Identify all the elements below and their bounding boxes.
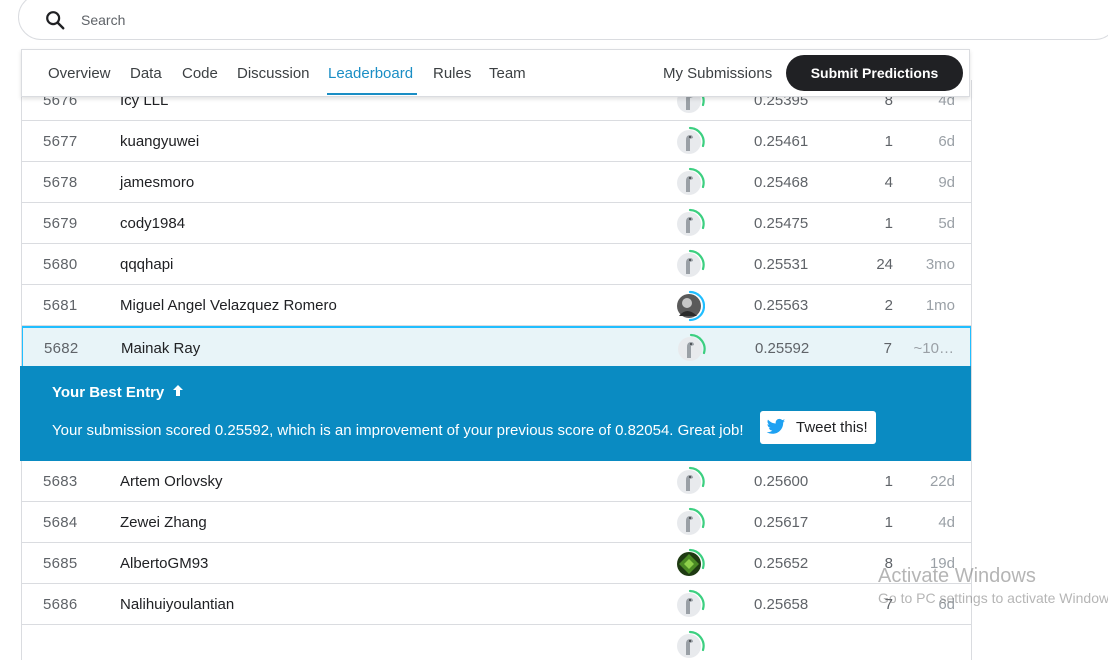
last-submission-cell: 1mo	[925, 297, 955, 314]
score-cell: 0.25600	[754, 473, 809, 490]
rank-cell: 5679	[43, 215, 78, 232]
avatar[interactable]	[673, 208, 705, 240]
tweet-button[interactable]: Tweet this!	[760, 411, 876, 444]
entries-cell: 1	[884, 514, 893, 531]
search-bar[interactable]	[18, 0, 1108, 40]
submit-predictions-button[interactable]: Submit Predictions	[786, 55, 963, 91]
last-submission-cell: 5d	[938, 215, 955, 232]
last-submission-cell: 3mo	[925, 256, 955, 273]
team-name[interactable]: cody1984	[120, 215, 185, 232]
rank-cell: 5678	[43, 174, 78, 191]
table-row-current-user[interactable]: 5682 Mainak Ray 0.25592 7 ~10…	[22, 326, 971, 369]
rank-cell: 5680	[43, 256, 78, 273]
team-name[interactable]: qqqhapi	[120, 256, 173, 273]
rank-cell: 5681	[43, 297, 78, 314]
score-cell: 0.25468	[754, 174, 809, 191]
rank-cell: 5685	[43, 555, 78, 572]
table-row-partial	[22, 625, 971, 660]
table-row[interactable]: 5678 jamesmoro 0.25468 4 9d	[22, 162, 971, 203]
rank-cell: 5682	[44, 340, 79, 357]
avatar[interactable]	[674, 333, 706, 365]
best-entry-message: Your submission scored 0.25592, which is…	[52, 422, 744, 439]
arrow-up-icon	[173, 385, 184, 396]
score-cell: 0.25475	[754, 215, 809, 232]
entries-cell: 24	[876, 256, 893, 273]
twitter-icon	[766, 418, 786, 434]
tab-code[interactable]: Code	[182, 65, 218, 82]
rank-cell: 5686	[43, 596, 78, 613]
table-row[interactable]: 5683 Artem Orlovsky 0.25600 1 22d	[22, 461, 971, 502]
last-submission-cell: 22d	[929, 473, 955, 490]
table-row[interactable]: 5679 cody1984 0.25475 1 5d	[22, 203, 971, 244]
team-name[interactable]: Nalihuiyoulantian	[120, 596, 234, 613]
table-row[interactable]: 5686 Nalihuiyoulantian 0.25658 7 6d	[22, 584, 971, 625]
table-row[interactable]: 5684 Zewei Zhang 0.25617 1 4d	[22, 502, 971, 543]
last-submission-cell: 4d	[938, 514, 955, 531]
table-row[interactable]: 5680 qqqhapi 0.25531 24 3mo	[22, 244, 971, 285]
tab-leaderboard[interactable]: Leaderboard	[328, 65, 413, 82]
tweet-button-label: Tweet this!	[796, 419, 868, 436]
score-cell: 0.25531	[754, 256, 809, 273]
entries-cell: 1	[884, 473, 893, 490]
table-row[interactable]: 5685 AlbertoGM93 0.25652 8 19d	[22, 543, 971, 584]
avatar[interactable]	[673, 249, 705, 281]
team-name[interactable]: kuangyuwei	[120, 133, 199, 150]
tab-data[interactable]: Data	[130, 65, 162, 82]
last-submission-cell: 9d	[938, 174, 955, 191]
team-name[interactable]: jamesmoro	[120, 174, 194, 191]
last-submission-cell: 6d	[938, 133, 955, 150]
avatar[interactable]	[673, 167, 705, 199]
avatar[interactable]	[673, 507, 705, 539]
avatar[interactable]	[673, 589, 705, 621]
avatar[interactable]	[673, 290, 706, 322]
tab-discussion[interactable]: Discussion	[237, 65, 310, 82]
entries-cell: 4	[884, 174, 893, 191]
best-entry-title-text: Your Best Entry	[52, 384, 165, 401]
table-row[interactable]: 5677 kuangyuwei 0.25461 1 6d	[22, 121, 971, 162]
activate-windows-watermark: Activate Windows	[878, 565, 1036, 587]
tab-rules[interactable]: Rules	[433, 65, 471, 82]
entries-cell: 1	[884, 215, 893, 232]
team-name[interactable]: Zewei Zhang	[120, 514, 207, 531]
team-name[interactable]: Mainak Ray	[121, 340, 200, 357]
best-entry-banner: Your Best Entry Your submission scored 0…	[20, 366, 971, 461]
tab-team[interactable]: Team	[489, 65, 526, 82]
team-name[interactable]: Miguel Angel Velazquez Romero	[120, 297, 337, 314]
entries-cell: 2	[884, 297, 893, 314]
avatar	[673, 630, 705, 660]
rank-cell: 5683	[43, 473, 78, 490]
rank-cell: 5684	[43, 514, 78, 531]
avatar[interactable]	[673, 548, 705, 580]
score-cell: 0.25461	[754, 133, 809, 150]
best-entry-title: Your Best Entry	[52, 384, 184, 401]
active-tab-indicator	[327, 93, 417, 95]
search-icon	[46, 11, 65, 30]
entries-cell: 1	[884, 133, 893, 150]
rank-cell: 5677	[43, 133, 78, 150]
competition-tab-bar: Overview Data Code Discussion Leaderboar…	[21, 49, 970, 97]
tab-overview[interactable]: Overview	[48, 65, 111, 82]
entries-cell: 7	[883, 340, 892, 357]
avatar[interactable]	[673, 466, 705, 498]
avatar[interactable]	[673, 126, 705, 158]
score-cell: 0.25658	[754, 596, 809, 613]
table-row[interactable]: 5681 Miguel Angel Velazquez Romero 0.25563…	[22, 285, 971, 326]
score-cell: 0.25563	[754, 297, 809, 314]
activate-windows-subtext: Go to PC settings to activate Windows.	[878, 590, 1108, 606]
last-submission-cell: ~10…	[913, 340, 954, 357]
score-cell: 0.25652	[754, 555, 809, 572]
score-cell: 0.25592	[755, 340, 810, 357]
score-cell: 0.25617	[754, 514, 809, 531]
my-submissions-link[interactable]: My Submissions	[663, 65, 772, 82]
team-name[interactable]: Artem Orlovsky	[120, 473, 223, 490]
search-input[interactable]	[79, 7, 583, 33]
team-name[interactable]: AlbertoGM93	[120, 555, 208, 572]
